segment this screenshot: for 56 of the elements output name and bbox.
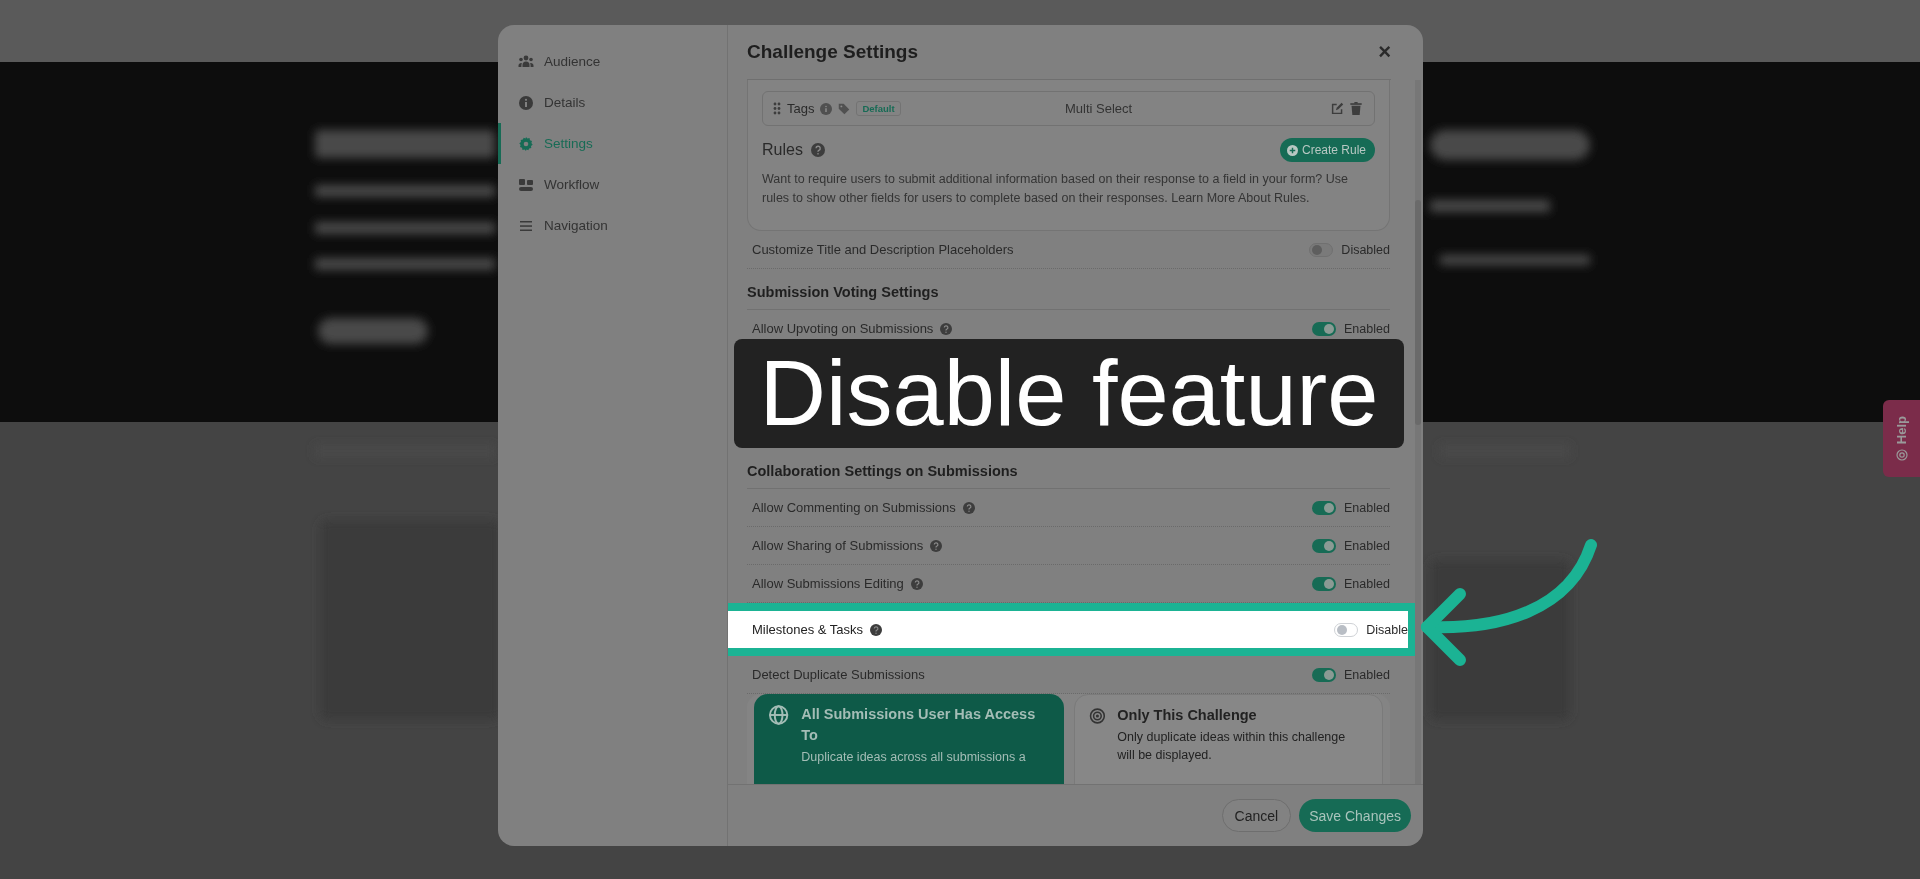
field-name: Tags	[787, 101, 815, 116]
toggle-switch[interactable]	[1312, 321, 1336, 336]
caption-banner: Disable feature	[734, 339, 1404, 448]
toggle-status: Enabled	[1344, 538, 1390, 553]
option-description: Only duplicate ideas within this challenge will be displayed.	[1117, 729, 1347, 764]
close-button[interactable]: ×	[1378, 39, 1391, 65]
toggle-status: Enabled	[1344, 321, 1390, 336]
toggle-switch[interactable]	[1309, 242, 1334, 257]
users-icon	[518, 53, 534, 70]
help-tab[interactable]: Help	[1883, 400, 1920, 477]
edit-icon[interactable]	[1331, 102, 1344, 115]
globe-icon	[768, 704, 790, 726]
toggle-status: Disable	[1366, 622, 1408, 637]
toggle-status: Disabled	[1341, 242, 1390, 257]
drag-handle-icon[interactable]	[773, 102, 781, 115]
toggle-status: Enabled	[1344, 576, 1390, 591]
setting-label: Detect Duplicate Submissions	[752, 667, 925, 682]
setting-label: Allow Sharing of Submissions	[752, 538, 924, 553]
toggle-status: Enabled	[1344, 667, 1390, 682]
option-description: Duplicate ideas across all submissions a	[801, 749, 1027, 766]
setting-label: Allow Commenting on Submissions	[752, 500, 956, 515]
rules-title: Rules	[762, 141, 803, 159]
toggle-switch[interactable]	[1312, 667, 1336, 682]
toggle-switch[interactable]	[1312, 538, 1336, 553]
dialog-title: Challenge Settings	[747, 41, 919, 63]
setting-label: Allow Submissions Editing	[752, 576, 904, 591]
setting-label: Milestones & Tasks	[752, 622, 864, 637]
plus-circle-icon	[1286, 144, 1298, 156]
sidebar-item[interactable]: Navigation	[498, 205, 727, 246]
target-icon	[1088, 705, 1106, 727]
default-badge: Default	[856, 101, 901, 116]
toggle-switch[interactable]	[1312, 576, 1336, 591]
sidebar-item[interactable]: Details	[498, 82, 727, 123]
cancel-button[interactable]: Cancel	[1221, 799, 1292, 832]
setting-label: Customize Title and Description Placeholders	[752, 242, 1014, 257]
rules-description: Want to require users to submit additional information based on their response to a field in your form? Use rules to show other fields for users to complete based on their responses. Learn More About Rules.	[762, 171, 1349, 207]
info-icon	[820, 102, 833, 115]
field-type: Multi Select	[1065, 101, 1134, 116]
help-icon[interactable]	[870, 623, 883, 636]
option-title: All Submissions User Has Access To	[801, 705, 1037, 745]
trash-icon[interactable]	[1350, 102, 1362, 115]
setting-label: Allow Upvoting on Submissions	[752, 321, 934, 336]
info-icon	[518, 94, 534, 111]
sidebar-item[interactable]: Workflow	[498, 164, 727, 205]
save-button[interactable]: Save Changes	[1299, 799, 1411, 832]
scope-option-card[interactable]: Only This Challenge Only duplicate ideas within this challenge will be displayed.	[1073, 694, 1383, 784]
option-title: Only This Challenge	[1117, 706, 1258, 725]
sidebar-item[interactable]: Audience	[498, 41, 727, 82]
lifebuoy-icon	[1895, 448, 1908, 461]
tag-icon	[838, 102, 851, 115]
scope-option-card[interactable]: All Submissions User Has Access To Duplicate ideas across all submissions a	[754, 694, 1064, 784]
blocks-icon	[518, 176, 534, 193]
create-rule-button[interactable]: Create Rule	[1279, 138, 1375, 162]
gear-icon	[518, 135, 534, 152]
toggle-switch[interactable]	[1312, 500, 1336, 515]
toggle-status: Enabled	[1344, 500, 1390, 515]
